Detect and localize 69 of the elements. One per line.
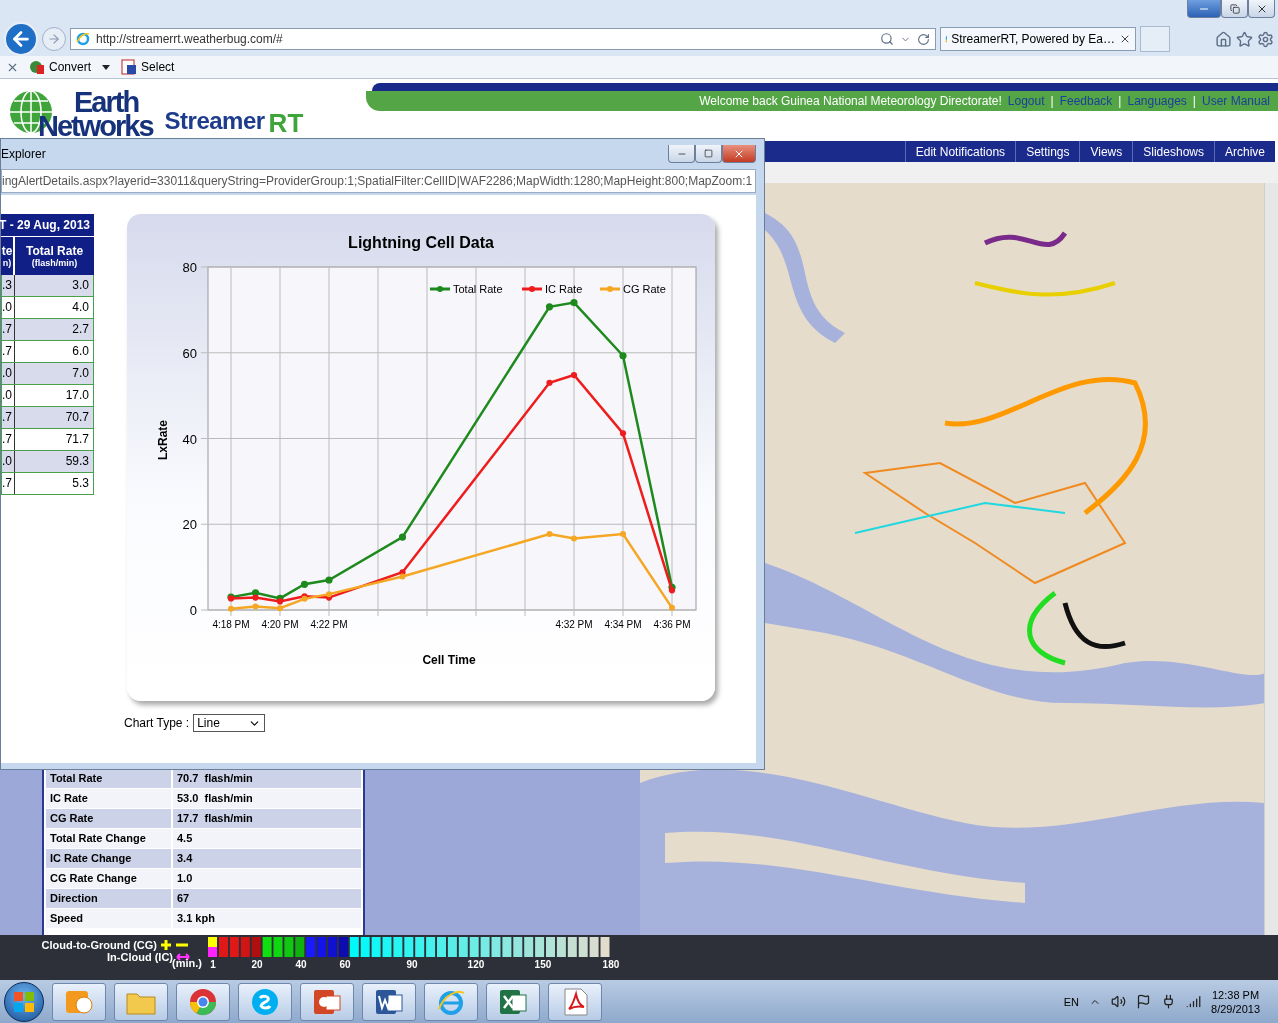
table-cell-text: 3.4 [176, 851, 194, 866]
link-separator: | [1118, 94, 1122, 108]
table-cell-text: .7 [2, 321, 13, 338]
product-suffix: RT [268, 107, 304, 139]
table-cell: 5.3 [14, 473, 93, 494]
scale-label: 20 [251, 959, 263, 970]
axis-tick-label: 4:34 PM [604, 619, 642, 630]
table-cell: Speed [46, 909, 173, 928]
scale-label: 120 [467, 959, 485, 970]
table-cell: 71.7 [14, 429, 93, 450]
link-separator: | [1192, 94, 1196, 108]
table-cell-text: .0 [2, 453, 13, 470]
table-cell: 2.7 [14, 319, 93, 340]
table-title: T - 29 Aug, 2013 [1, 214, 94, 236]
scale-label: 60 [339, 959, 351, 970]
table-cell-text: .7 [2, 475, 13, 492]
axis-tick-label: 4:32 PM [555, 619, 593, 630]
scale-label: 1 [210, 959, 216, 970]
table-cell-text: 17.7 flash/min [176, 811, 254, 826]
table-cell: 70.7 [14, 407, 93, 428]
axis-tick-label: 4:22 PM [310, 619, 348, 630]
scale-label: 40 [295, 959, 307, 970]
axis-tick-label: 20 [182, 517, 197, 533]
field-label: Chart Type : [124, 716, 190, 730]
table-cell-text: 4.5 [176, 831, 194, 846]
table-cell-text: .7 [2, 409, 13, 426]
x-axis-title: Cell Time [422, 653, 476, 667]
logo-text: Networks [38, 114, 153, 138]
scale-label: 180 [602, 959, 620, 970]
legend-label: Cloud-to-Ground (CG) [41, 939, 190, 951]
table-cell-text: .0 [2, 299, 13, 316]
table-cell-text: 70.7 flash/min [176, 771, 254, 786]
window-title: Explorer [1, 147, 46, 161]
table-cell: 3.0 [14, 275, 93, 296]
table-cell: 59.3 [14, 451, 93, 472]
column-header: te n) [1, 243, 13, 270]
axis-tick-label: 0 [189, 603, 197, 618]
table-cell-text: .7 [2, 431, 13, 448]
table-cell-text: .7 [2, 343, 13, 360]
table-cell-text: 53.0 flash/min [176, 791, 254, 806]
table-cell-text: 67 [176, 891, 191, 906]
table-cell: 17.0 [14, 385, 93, 406]
legend-label: IC Rate [545, 283, 583, 295]
axis-tick-label: 4:18 PM [212, 619, 250, 630]
scale-label: 150 [534, 959, 552, 970]
legend-label: CG Rate [623, 283, 666, 295]
axis-tick-label: 80 [182, 260, 197, 275]
product-name: Streamer [164, 107, 265, 135]
table-cell-text: 1.0 [176, 871, 194, 886]
address-text: http://streamerrt.weatherbug.com/# [96, 32, 284, 46]
scale-label: 90 [406, 959, 418, 970]
table-cell-text: .0 [2, 387, 13, 404]
axis-tick-label: 4:20 PM [261, 619, 299, 630]
axis-tick-label: 40 [182, 431, 197, 447]
chart-title: Lightning Cell Data [348, 234, 494, 252]
table-cell: 4.0 [14, 297, 93, 318]
axis-tick-label: 60 [182, 345, 197, 361]
table-cell: 7.0 [14, 363, 93, 384]
table-cell-text: 3.1 kph [176, 911, 216, 926]
logo-text: Earth [74, 90, 139, 114]
table-cell-text: .0 [2, 365, 13, 382]
legend-label: Total Rate [453, 283, 503, 295]
table-cell-text: .3 [2, 277, 13, 294]
welcome-text: Welcome back Guinea National Meteorology Directorate! [699, 94, 1002, 108]
table-cell: 6.0 [14, 341, 93, 362]
y-axis-title: LxRate [156, 420, 170, 460]
link-separator: | [1050, 94, 1054, 108]
axis-tick-label: 4:36 PM [653, 619, 691, 630]
address-text: ingAlertDetails.aspx?layerid=33011&queryString=ProviderGroup:1;SpatialFilter:CellID|WAF2286;MapWidth:1280;MapHeight:800;MapZoom:1 [2, 174, 753, 188]
